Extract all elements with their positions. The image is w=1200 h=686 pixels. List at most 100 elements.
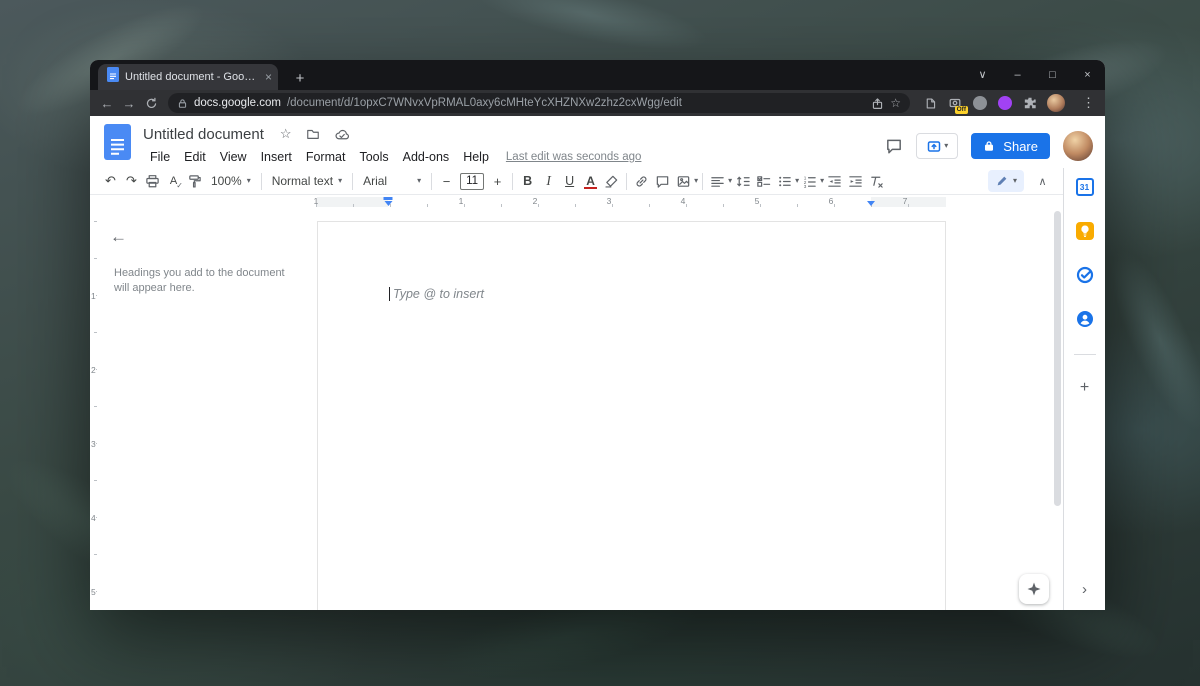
menu-edit[interactable]: Edit: [177, 150, 213, 164]
cloud-status-icon[interactable]: [334, 127, 349, 142]
toolbar-separator: [512, 173, 513, 190]
back-button[interactable]: ←: [96, 96, 118, 111]
forward-button[interactable]: →: [118, 96, 140, 111]
vruler-number: 4: [91, 513, 96, 523]
move-folder-icon[interactable]: [306, 127, 320, 141]
browser-tab[interactable]: Untitled document - Google Doc ×: [98, 64, 278, 90]
purple-extension-icon[interactable]: [997, 95, 1013, 111]
tasks-panel-icon[interactable]: [1076, 266, 1094, 284]
increase-indent-button[interactable]: [845, 171, 866, 191]
checklist-button[interactable]: [753, 171, 774, 191]
vruler-number: 5: [91, 587, 96, 597]
menu-addons[interactable]: Add-ons: [396, 150, 457, 164]
editing-mode-button[interactable]: ▾: [988, 170, 1024, 192]
clear-formatting-button[interactable]: [866, 171, 887, 191]
insert-link-button[interactable]: [631, 171, 652, 191]
close-outline-button[interactable]: ←: [110, 227, 127, 247]
last-edit-link[interactable]: Last edit was seconds ago: [506, 151, 642, 163]
print-button[interactable]: [142, 171, 163, 191]
tab-title: Untitled document - Google Doc: [125, 71, 259, 83]
paragraph-style-select[interactable]: Normal text▾: [266, 174, 348, 188]
menu-file[interactable]: File: [143, 150, 177, 164]
align-button[interactable]: [707, 171, 728, 191]
increase-font-size-button[interactable]: +: [487, 171, 508, 191]
browser-profile-avatar[interactable]: [1047, 94, 1065, 112]
new-tab-button[interactable]: +: [288, 70, 312, 87]
notes-extension-icon[interactable]: [922, 95, 938, 111]
share-button[interactable]: Share: [971, 133, 1050, 159]
docs-header-actions: ▾ Share: [885, 122, 1093, 168]
zoom-select[interactable]: 100%▾: [205, 174, 257, 188]
vertical-ruler-ticks: [94, 221, 97, 601]
scrollbar-thumb[interactable]: [1054, 211, 1061, 506]
highlight-color-button[interactable]: [601, 171, 622, 191]
tab-search-icon[interactable]: ∨: [965, 60, 1000, 90]
grey-extension-icon[interactable]: [972, 95, 988, 111]
caret-down-icon[interactable]: ▾: [694, 177, 698, 185]
menu-insert[interactable]: Insert: [254, 150, 299, 164]
keep-panel-icon[interactable]: [1076, 222, 1094, 240]
ruler-number: 3: [607, 196, 612, 206]
bold-button[interactable]: B: [517, 171, 538, 191]
right-indent-marker[interactable]: [867, 201, 875, 206]
side-panel-divider: [1074, 354, 1096, 355]
reload-button[interactable]: [140, 97, 162, 110]
close-button[interactable]: ×: [1070, 60, 1105, 90]
line-spacing-button[interactable]: [732, 171, 753, 191]
vertical-scrollbar: [1052, 209, 1063, 610]
capture-extension-icon[interactable]: Off: [947, 95, 963, 111]
spellcheck-button[interactable]: A✓: [163, 171, 184, 191]
numbered-list-button[interactable]: 123: [799, 171, 820, 191]
comments-icon[interactable]: [885, 137, 903, 155]
redo-button[interactable]: ↷: [121, 171, 142, 191]
bookmark-star-icon[interactable]: ☆: [890, 96, 901, 110]
get-addons-button[interactable]: +: [1076, 379, 1094, 397]
doc-title[interactable]: Untitled document: [143, 126, 264, 143]
toolbar-separator: [702, 173, 703, 190]
browser-menu-icon[interactable]: ⋮: [1082, 95, 1095, 111]
add-comment-button[interactable]: [652, 171, 673, 191]
tab-close-icon[interactable]: ×: [265, 71, 272, 83]
ruler-number: 1: [314, 196, 319, 206]
toolbar-separator: [261, 173, 262, 190]
paint-format-button[interactable]: [184, 171, 205, 191]
star-document-icon[interactable]: ☆: [280, 126, 292, 142]
font-select[interactable]: Arial▾: [357, 174, 427, 188]
calendar-panel-icon[interactable]: 31: [1076, 178, 1094, 196]
collapse-panel-icon[interactable]: ›: [1082, 581, 1087, 598]
document-page[interactable]: Type @ to insert: [317, 221, 946, 610]
share-label: Share: [1003, 139, 1038, 154]
bulleted-list-button[interactable]: [774, 171, 795, 191]
insert-image-button[interactable]: [673, 171, 694, 191]
share-page-icon[interactable]: [871, 97, 884, 110]
hide-menus-button[interactable]: ∧: [1032, 171, 1053, 191]
menu-format[interactable]: Format: [299, 150, 353, 164]
present-to-meeting-button[interactable]: ▾: [916, 133, 958, 159]
menu-view[interactable]: View: [213, 150, 254, 164]
desktop-wallpaper: Untitled document - Google Doc × + ∨ – □…: [0, 0, 1200, 686]
left-indent-marker[interactable]: [384, 197, 393, 206]
italic-button[interactable]: I: [538, 171, 559, 191]
maximize-button[interactable]: □: [1035, 60, 1070, 90]
menu-tools[interactable]: Tools: [352, 150, 395, 164]
caret-down-icon: ▾: [338, 177, 342, 185]
font-size-field[interactable]: 11: [460, 173, 484, 190]
minimize-button[interactable]: –: [1000, 60, 1035, 90]
browser-addressbar: ← → docs.google.com/document/d/1opxC7WNv…: [90, 90, 1105, 116]
caret-down-icon: ▾: [247, 177, 251, 185]
contacts-panel-icon[interactable]: [1076, 310, 1094, 328]
docs-logo-icon[interactable]: [104, 124, 131, 168]
ruler-number: 5: [755, 196, 760, 206]
underline-button[interactable]: U: [559, 171, 580, 191]
url-field[interactable]: docs.google.com/document/d/1opxC7WNvxVpR…: [168, 93, 910, 113]
explore-button[interactable]: [1019, 574, 1049, 604]
decrease-font-size-button[interactable]: −: [436, 171, 457, 191]
account-avatar[interactable]: [1063, 131, 1093, 161]
decrease-indent-button[interactable]: [824, 171, 845, 191]
puzzle-extensions-icon[interactable]: [1022, 95, 1038, 111]
vruler-number: 2: [91, 365, 96, 375]
extension-off-badge: Off: [955, 106, 968, 114]
undo-button[interactable]: ↶: [100, 171, 121, 191]
text-color-button[interactable]: A: [580, 171, 601, 191]
menu-help[interactable]: Help: [456, 150, 496, 164]
